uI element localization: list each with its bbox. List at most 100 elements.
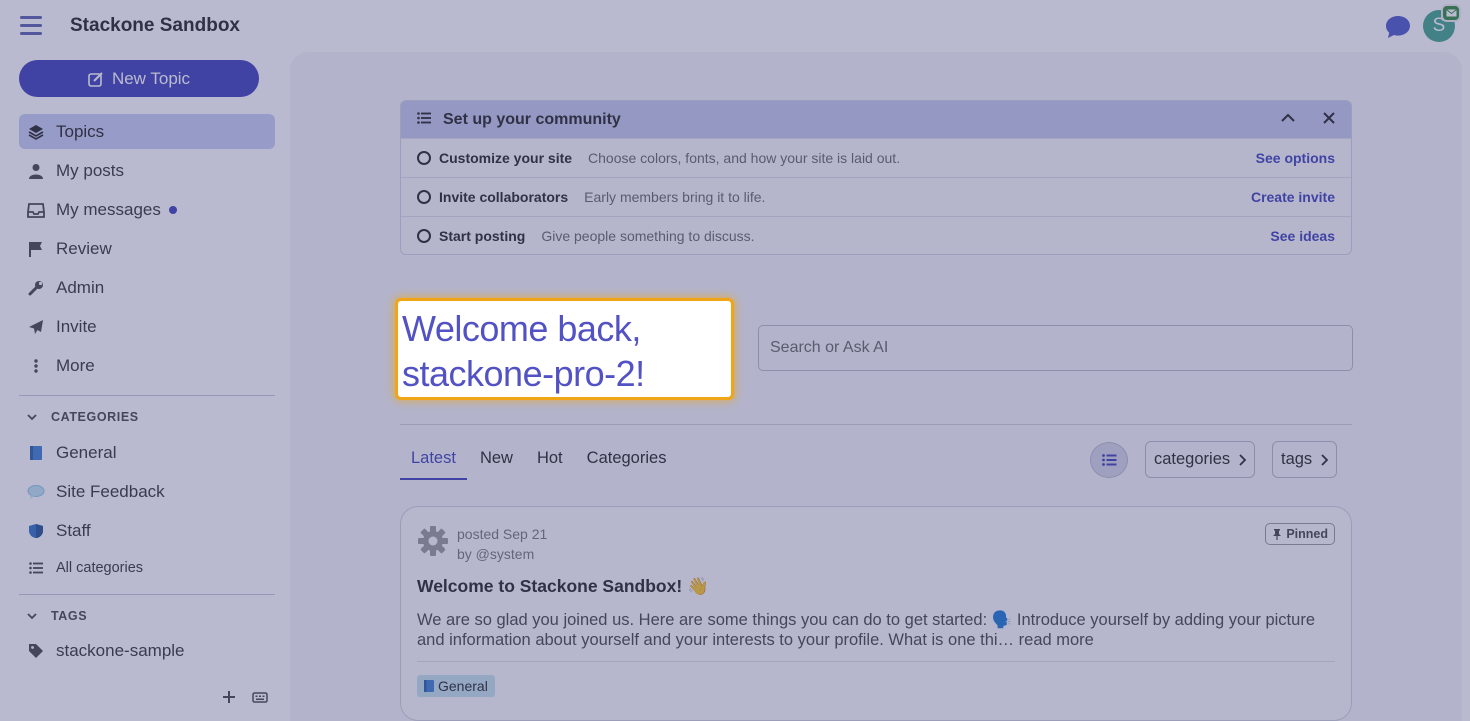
incomplete-circle-icon (417, 151, 431, 165)
topic-excerpt: We are so glad you joined us. Here are s… (417, 611, 1315, 649)
pin-icon (1273, 529, 1282, 540)
chevron-right-icon (1321, 453, 1329, 466)
tab-latest[interactable]: Latest (400, 441, 467, 480)
list-icon (27, 559, 45, 577)
top-header: Stackone Sandbox S (0, 0, 1470, 52)
pinned-label: Pinned (1286, 527, 1328, 541)
sidebar-item-label: My messages (56, 199, 161, 219)
chevron-down-icon (27, 413, 37, 420)
setup-row-title: Invite collaborators (439, 189, 569, 205)
tag-icon (27, 642, 45, 660)
tags-filter-label: tags (1281, 450, 1313, 468)
sidebar-item-topics[interactable]: Topics (19, 114, 275, 149)
categories-section-toggle[interactable]: CATEGORIES (27, 410, 139, 424)
sidebar-item-label: My posts (56, 160, 125, 180)
see-ideas-link[interactable]: See ideas (1270, 228, 1335, 244)
topic-author[interactable]: by @system (457, 544, 547, 564)
tags-filter-dropdown[interactable]: tags (1272, 441, 1338, 478)
layers-icon (27, 123, 45, 141)
sidebar-item-invite[interactable]: Invite (19, 309, 275, 344)
chevron-right-icon (1239, 453, 1247, 466)
tab-categories[interactable]: Categories (576, 441, 678, 480)
chevron-up-icon[interactable] (1280, 110, 1296, 126)
paper-plane-icon (27, 318, 45, 336)
sidebar-all-categories[interactable]: All categories (19, 550, 275, 585)
topic-list-tabs: Latest New Hot Categories (400, 441, 679, 480)
sidebar: New Topic Topics My posts My messages Re… (0, 52, 290, 721)
sidebar-item-label: Invite (56, 316, 97, 336)
sidebar-item-label: Review (56, 238, 112, 258)
setup-row-posting: Start posting Give people something to d… (401, 216, 1351, 254)
topic-card[interactable]: posted Sep 21 by @system Pinned Welcome … (400, 506, 1352, 721)
setup-checklist: Set up your community Customize your sit… (400, 100, 1352, 255)
sidebar-item-label: More (56, 355, 95, 375)
search-input[interactable] (758, 325, 1353, 371)
sidebar-item-my-messages[interactable]: My messages (19, 192, 275, 227)
plus-icon[interactable] (222, 690, 236, 704)
categories-heading: CATEGORIES (51, 410, 139, 424)
welcome-line-1: Welcome back, (402, 308, 641, 349)
envelope-badge-icon[interactable] (1441, 4, 1461, 22)
keyboard-icon[interactable] (252, 690, 268, 704)
sidebar-item-more[interactable]: More (19, 348, 275, 383)
wrench-icon (27, 279, 45, 297)
sidebar-item-label: Staff (56, 520, 91, 540)
incomplete-circle-icon (417, 190, 431, 204)
flag-icon (27, 240, 45, 258)
list-icon (1101, 454, 1116, 466)
edit-icon (88, 71, 103, 87)
sidebar-item-admin[interactable]: Admin (19, 270, 275, 305)
speech-bubble-emoji-icon (27, 483, 45, 501)
sidebar-item-label: All categories (56, 559, 144, 576)
setup-header: Set up your community (401, 101, 1351, 138)
setup-row-customize: Customize your site Choose colors, fonts… (401, 138, 1351, 177)
new-topic-label: New Topic (111, 68, 191, 88)
sidebar-item-label: stackone-sample (56, 640, 185, 660)
content-divider (400, 424, 1352, 425)
setup-row-title: Start posting (439, 228, 526, 244)
sidebar-footer (222, 690, 268, 704)
welcome-line-2: stackone-pro-2! (402, 353, 645, 394)
sidebar-item-label: Topics (56, 121, 105, 141)
setup-row-desc: Give people something to discuss. (541, 228, 755, 244)
new-topic-button[interactable]: New Topic (19, 60, 259, 97)
sidebar-item-label: General (56, 442, 117, 462)
list-view-toggle[interactable] (1090, 442, 1128, 478)
sidebar-divider (19, 395, 275, 396)
chevron-down-icon (27, 612, 37, 619)
shield-emoji-icon (27, 522, 45, 540)
setup-row-desc: Choose colors, fonts, and how your site … (588, 150, 901, 166)
create-invite-link[interactable]: Create invite (1251, 189, 1335, 205)
book-emoji-icon (424, 680, 434, 692)
categories-filter-dropdown[interactable]: categories (1145, 441, 1256, 478)
setup-row-title: Customize your site (439, 150, 573, 166)
topic-posted-date: posted Sep 21 (457, 526, 548, 542)
vertical-ellipsis-icon (27, 357, 45, 375)
tags-heading: TAGS (51, 609, 88, 623)
checklist-icon (417, 111, 431, 129)
tab-hot[interactable]: Hot (526, 441, 574, 480)
see-options-link[interactable]: See options (1256, 150, 1335, 166)
sidebar-tag-stackone-sample[interactable]: stackone-sample (19, 633, 275, 668)
chat-icon[interactable] (1384, 14, 1412, 40)
incomplete-circle-icon (417, 229, 431, 243)
tab-new[interactable]: New (469, 441, 524, 480)
book-emoji-icon (27, 444, 45, 462)
hamburger-menu-icon[interactable] (20, 16, 42, 36)
site-title[interactable]: Stackone Sandbox (70, 15, 240, 37)
topic-category-badge[interactable]: General (417, 675, 495, 697)
pinned-badge: Pinned (1265, 523, 1335, 545)
topic-title[interactable]: Welcome to Stackone Sandbox! 👋 (417, 576, 709, 597)
topic-category-label: General (438, 678, 488, 694)
sidebar-category-site-feedback[interactable]: Site Feedback (19, 474, 275, 509)
sidebar-item-review[interactable]: Review (19, 231, 275, 266)
tags-section-toggle[interactable]: TAGS (27, 609, 87, 623)
sidebar-category-staff[interactable]: Staff (19, 513, 275, 548)
user-icon (27, 162, 45, 180)
sidebar-item-my-posts[interactable]: My posts (19, 153, 275, 188)
close-icon[interactable] (1321, 110, 1337, 126)
sidebar-item-label: Admin (56, 277, 105, 297)
topic-card-divider (417, 661, 1335, 662)
sidebar-category-general[interactable]: General (19, 435, 275, 470)
setup-row-desc: Early members bring it to life. (584, 189, 766, 205)
